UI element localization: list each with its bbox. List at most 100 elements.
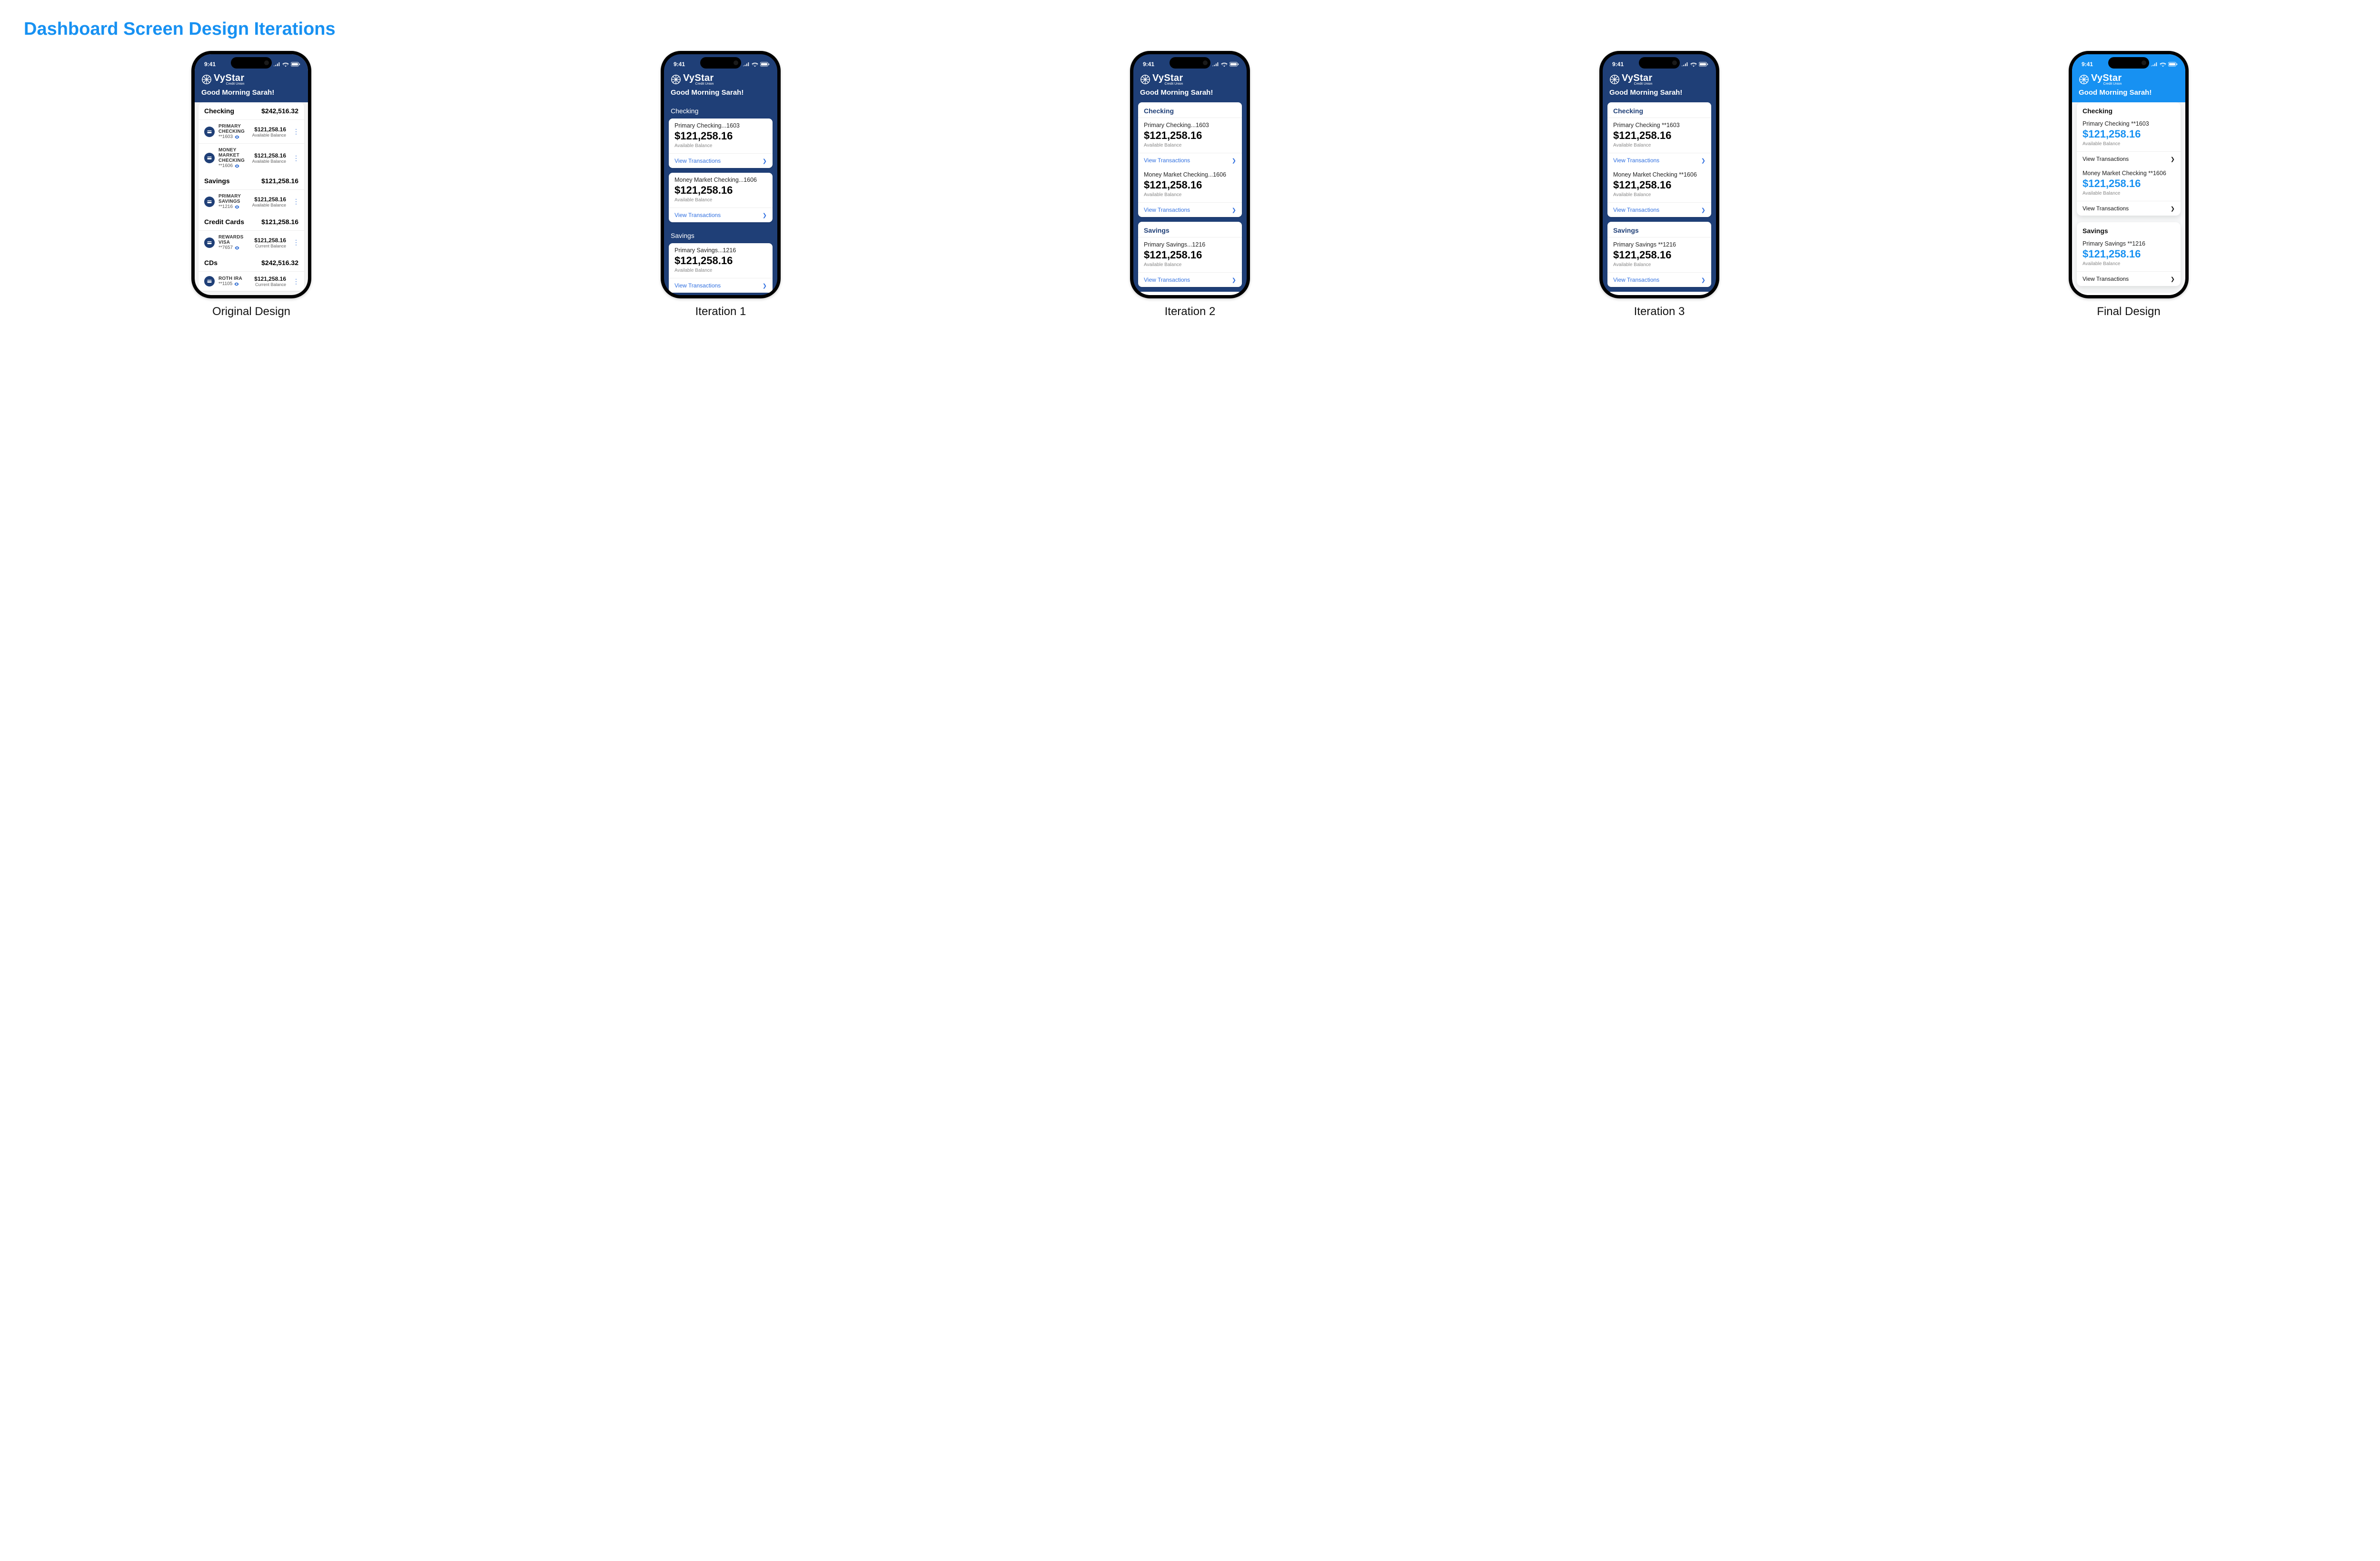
battery-icon (291, 62, 300, 67)
view-transactions-link[interactable]: View Transactions ❯ (669, 153, 773, 168)
phone-final: 9:41 VyStarCredit Union Good Morning Sar… (2069, 51, 2189, 298)
balance-label: Available Balance (252, 133, 286, 138)
account-block[interactable]: Primary Savings **1216 $121,258.16 Avail… (1607, 237, 1711, 272)
view-transactions-label: View Transactions (674, 282, 721, 289)
kebab-menu-icon[interactable]: ⋮ (290, 199, 300, 203)
kebab-menu-icon[interactable]: ⋮ (290, 279, 300, 283)
view-transactions-link[interactable]: View Transactions ❯ (2077, 201, 2181, 216)
account-amount: $121,258.16 (1144, 179, 1236, 191)
view-transactions-link[interactable]: View Transactions ❯ (2077, 271, 2181, 286)
phone-iter2: 9:41 VyStarCredit Union Good Morning Sa (1130, 51, 1250, 298)
view-transactions-label: View Transactions (2082, 205, 2129, 212)
section-header[interactable]: Credit Cards $121,258.16 (198, 213, 304, 230)
balance-label: Available Balance (1613, 262, 1706, 267)
account-block[interactable]: Primary Checking **1603 $121,258.16 Avai… (2077, 117, 2181, 151)
battery-icon (1699, 62, 1708, 67)
account-row[interactable]: PRIMARY CHECKING **1603 $121,258.16 Avai… (198, 119, 304, 143)
section-total: $242,516.32 (261, 107, 298, 115)
balance-label: Available Balance (674, 143, 767, 148)
balance-label: Available Balance (2082, 261, 2175, 267)
account-mask: **1603 (218, 134, 248, 139)
account-amount: $121,258.16 (674, 184, 767, 197)
view-transactions-link[interactable]: View Transactions ❯ (1607, 202, 1711, 217)
section-header[interactable]: CDs $242,516.32 (198, 254, 304, 271)
account-row[interactable]: REWARDS VISA **7657 $121,258.16 Current … (198, 230, 304, 254)
chevron-right-icon: ❯ (1232, 158, 1236, 164)
view-transactions-link[interactable]: View Transactions ❯ (2077, 151, 2181, 166)
account-card: Money Market Checking...1606 $121,258.16… (669, 173, 773, 222)
section-title: Credit Cards (204, 218, 244, 226)
balance-label: Available Balance (252, 159, 286, 164)
account-block[interactable]: Money Market Checking...1606 $121,258.16… (1138, 168, 1242, 202)
wifi-icon (1221, 62, 1228, 67)
account-block[interactable]: Primary Checking...1603 $121,258.16 Avai… (669, 119, 773, 153)
balance-label: Available Balance (2082, 141, 2175, 147)
status-time: 9:41 (1143, 61, 1154, 68)
dynamic-island (2108, 57, 2149, 69)
page-title: Dashboard Screen Design Iterations (24, 19, 2356, 40)
view-transactions-link[interactable]: View Transactions ❯ (669, 278, 773, 293)
brand: VyStarCredit Union (2072, 71, 2185, 87)
caption: Iteration 1 (695, 305, 746, 318)
account-row[interactable]: PRIMARY SAVINGS **1216 $121,258.16 Avail… (198, 189, 304, 213)
wifi-icon (282, 62, 289, 67)
section-card: Credit Cards (1138, 292, 1242, 295)
chevron-right-icon: ❯ (2171, 156, 2175, 162)
account-name: PRIMARY CHECKING (218, 124, 248, 134)
account-block[interactable]: Money Market Checking **1606 $121,258.16… (2077, 166, 2181, 201)
account-block[interactable]: Primary Savings...1216 $121,258.16 Avail… (669, 243, 773, 278)
phone-original: 9:41 VyStar Credit Union (191, 51, 311, 298)
account-row[interactable]: MONEY MARKET CHECKING **1606 $121,258.16… (198, 143, 304, 172)
account-block[interactable]: Primary Checking **1603 $121,258.16 Avai… (1607, 118, 1711, 153)
wifi-icon (2160, 62, 2166, 67)
account-block[interactable]: Money Market Checking...1606 $121,258.16… (669, 173, 773, 207)
phone-iter1: 9:41 VyStarCredit Union Good Morning Sa (661, 51, 781, 298)
account-block[interactable]: Primary Savings...1216 $121,258.16 Avail… (1138, 237, 1242, 272)
view-transactions-link[interactable]: View Transactions ❯ (1138, 153, 1242, 168)
balance-label: Current Balance (254, 244, 286, 248)
account-block[interactable]: Primary Checking...1603 $121,258.16 Avai… (1138, 118, 1242, 153)
account-mask: **7657 (218, 245, 250, 250)
kebab-menu-icon[interactable]: ⋮ (290, 156, 300, 160)
chevron-right-icon: ❯ (1701, 277, 1706, 283)
chevron-right-icon: ❯ (1701, 207, 1706, 213)
account-amount: $121,258.16 (1613, 129, 1706, 142)
section-header[interactable]: Savings $121,258.16 (198, 172, 304, 189)
view-transactions-label: View Transactions (674, 158, 721, 164)
kebab-menu-icon[interactable]: ⋮ (290, 240, 300, 244)
account-type-icon (204, 276, 215, 287)
kebab-menu-icon[interactable]: ⋮ (290, 129, 300, 133)
view-transactions-link[interactable]: View Transactions ❯ (1138, 202, 1242, 217)
section-title: Credit Cards (2077, 293, 2181, 295)
section-title: Credit Cards (1138, 292, 1242, 295)
account-name: Money Market Checking **1606 (1613, 171, 1706, 178)
wifi-icon (752, 62, 758, 67)
account-name: Money Market Checking...1606 (1144, 171, 1236, 178)
view-transactions-link[interactable]: View Transactions ❯ (1138, 272, 1242, 287)
status-time: 9:41 (2082, 61, 2093, 68)
account-amount: $121,258.16 (674, 255, 767, 267)
status-time: 9:41 (204, 61, 216, 68)
brand: VyStar Credit Union (195, 71, 308, 87)
view-transactions-link[interactable]: View Transactions ❯ (1607, 153, 1711, 168)
section-header[interactable]: Checking $242,516.32 (198, 102, 304, 119)
eye-icon (235, 164, 239, 168)
dynamic-island (1639, 57, 1680, 69)
account-amount: $121,258.16 (2082, 248, 2175, 260)
col-final: 9:41 VyStarCredit Union Good Morning Sar… (1901, 51, 2356, 318)
account-block[interactable]: Primary Savings **1216 $121,258.16 Avail… (2077, 237, 2181, 271)
account-name: Primary Checking...1603 (1144, 122, 1236, 128)
view-transactions-link[interactable]: View Transactions ❯ (669, 207, 773, 222)
balance-label: Available Balance (674, 268, 767, 273)
account-type-icon (204, 197, 215, 207)
account-row[interactable]: ROTH IRA **1105 $121,258.16 Current Bala… (198, 271, 304, 291)
account-name: Money Market Checking...1606 (674, 177, 767, 183)
battery-icon (1230, 62, 1239, 67)
account-block[interactable]: Money Market Checking **1606 $121,258.16… (1607, 168, 1711, 202)
brand-logo-icon (2079, 74, 2089, 85)
chevron-right-icon: ❯ (2171, 206, 2175, 212)
signal-icon (1212, 62, 1219, 67)
view-transactions-link[interactable]: View Transactions ❯ (1607, 272, 1711, 287)
balance-label: Available Balance (1144, 192, 1236, 198)
dynamic-island (231, 57, 272, 69)
